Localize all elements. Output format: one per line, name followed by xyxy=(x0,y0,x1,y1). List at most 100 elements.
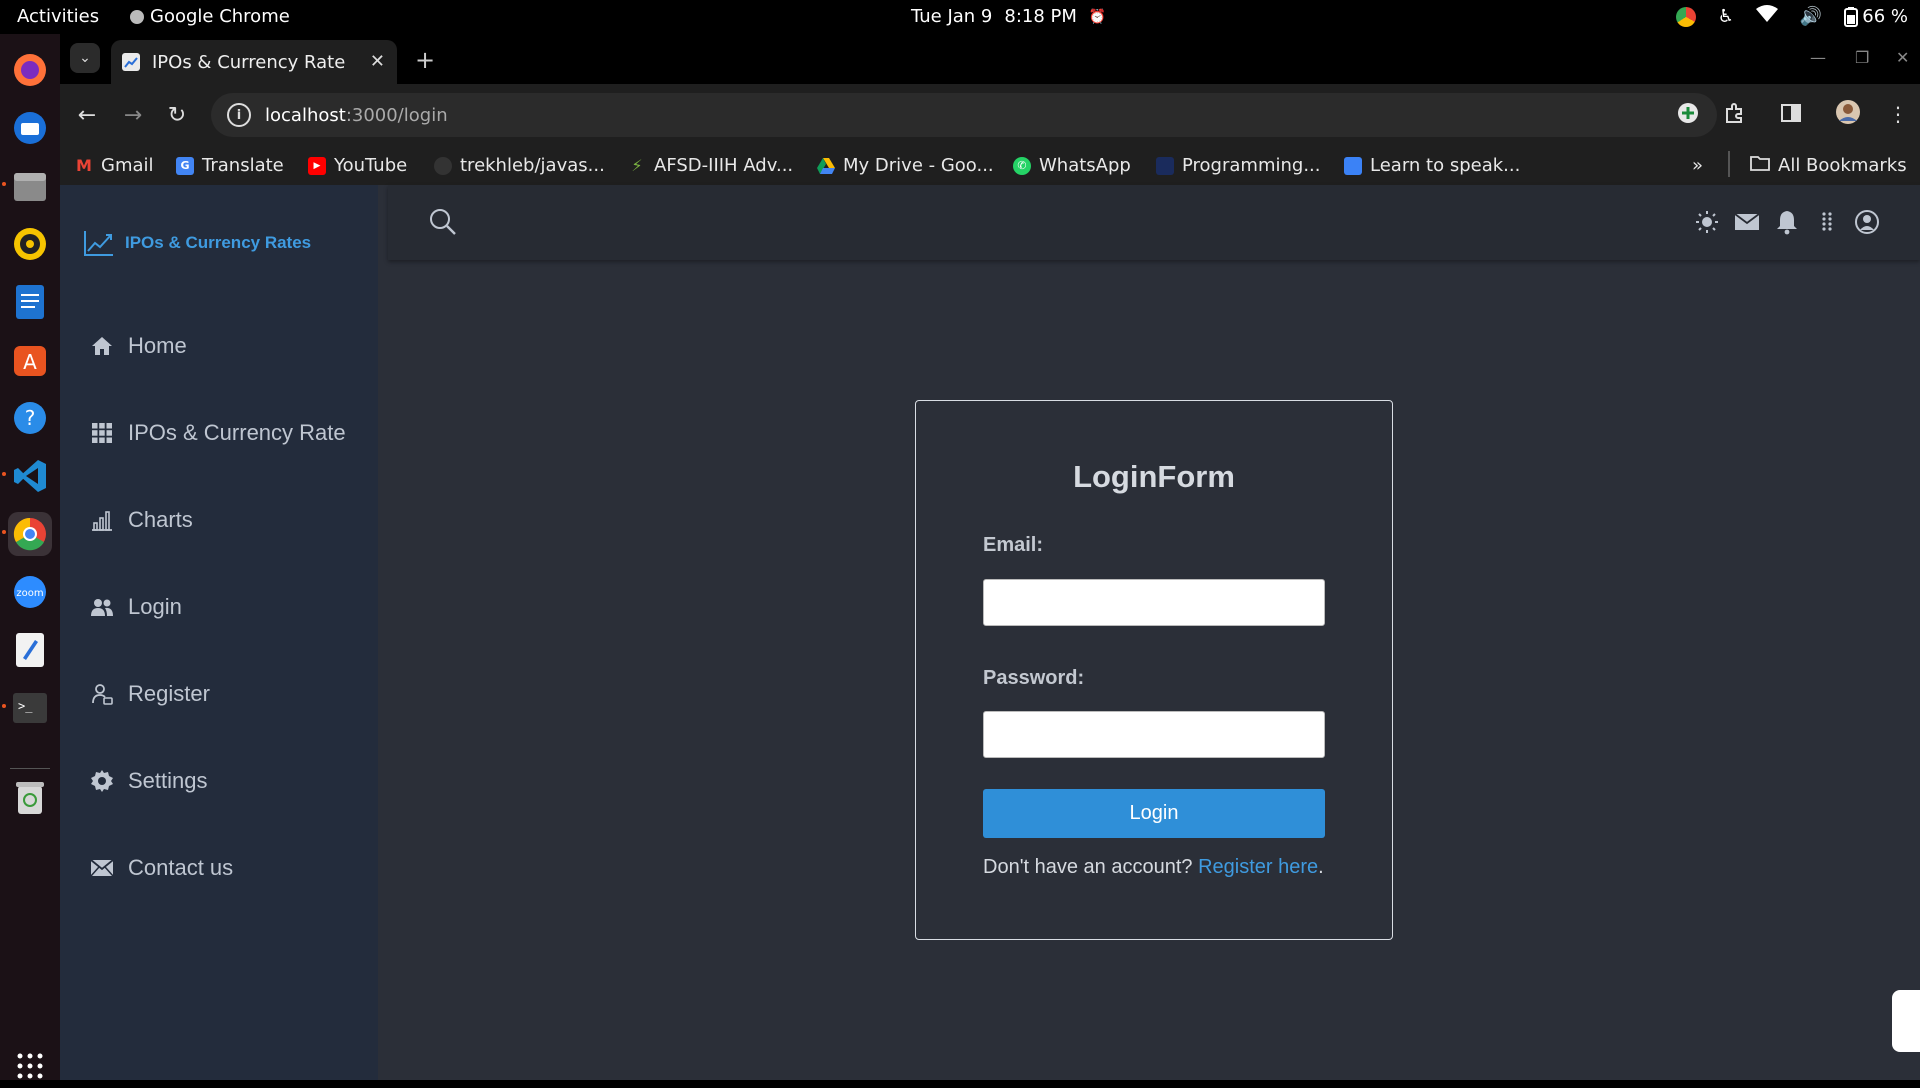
minimize-icon[interactable]: — xyxy=(1810,48,1826,67)
email-label: Email: xyxy=(983,534,1044,556)
chrome-small-icon xyxy=(130,9,144,24)
wifi-icon xyxy=(1755,5,1778,28)
chrome-indicator-icon xyxy=(1675,6,1696,27)
tab-close-icon[interactable]: ✕ xyxy=(370,51,385,72)
files-icon[interactable] xyxy=(8,164,52,208)
chrome-dock-icon[interactable] xyxy=(8,512,52,556)
all-bookmarks-label: All Bookmarks xyxy=(1778,155,1907,176)
bookmark-translate[interactable]: G Translate xyxy=(176,155,284,176)
forward-icon[interactable]: → xyxy=(120,102,146,128)
programming-icon xyxy=(1156,156,1174,175)
theme-toggle-icon[interactable] xyxy=(1694,209,1720,239)
battery-icon xyxy=(1844,6,1859,27)
bookmark-youtube[interactable]: ▶ YouTube xyxy=(308,155,407,176)
svg-text:zoom: zoom xyxy=(16,588,43,599)
brand-link[interactable]: IPOs & Currency Rates xyxy=(83,229,311,257)
sidebar-item-ipos[interactable]: IPOs & Currency Rate xyxy=(90,420,346,446)
whatsapp-icon: ✆ xyxy=(1013,156,1031,175)
clock-time: 8:18 PM xyxy=(1004,6,1077,27)
sidebar-item-settings[interactable]: Settings xyxy=(90,768,208,794)
sidebar-item-label: Home xyxy=(128,333,187,358)
restore-icon[interactable]: ❐ xyxy=(1855,48,1869,67)
tab-strip: ⌄ IPOs & Currency Rate ✕ + — ❐ ✕ xyxy=(60,34,1920,84)
app-menu[interactable]: Google Chrome xyxy=(130,6,290,27)
bookmark-learn[interactable]: Learn to speak... xyxy=(1344,155,1520,176)
sidebar-item-login[interactable]: Login xyxy=(90,594,182,620)
drive-icon xyxy=(817,157,835,175)
register-prompt: Don't have an account? Register here. xyxy=(983,856,1324,879)
sidebar-item-home[interactable]: Home xyxy=(90,333,187,359)
site-info-icon[interactable]: i xyxy=(227,103,251,127)
address-bar[interactable]: i localhost:3000/login ☆ xyxy=(211,93,1717,137)
trash-icon[interactable] xyxy=(8,776,52,820)
reload-icon[interactable]: ↻ xyxy=(164,102,190,128)
rhythmbox-icon[interactable] xyxy=(8,222,52,266)
youtube-icon: ▶ xyxy=(308,156,326,175)
tab-search-button[interactable]: ⌄ xyxy=(70,43,100,73)
terminal-icon[interactable]: >_ xyxy=(8,686,52,730)
thunderbird-icon[interactable] xyxy=(8,106,52,150)
status-area[interactable]: ♿ 🔊 66 % xyxy=(1675,5,1908,28)
profile-avatar[interactable] xyxy=(1835,99,1861,130)
bell-icon[interactable] xyxy=(1774,209,1800,239)
sidebar-item-contact[interactable]: Contact us xyxy=(90,855,233,881)
url-path: :3000/login xyxy=(345,104,448,126)
email-field[interactable] xyxy=(983,579,1325,626)
apps-dots-icon[interactable] xyxy=(1814,209,1840,239)
system-top-bar: Activities Google Chrome Tue Jan 9 8:18 … xyxy=(0,0,1920,34)
volume-icon: 🔊 xyxy=(1799,6,1823,27)
chrome-running-dot xyxy=(2,530,6,534)
clock-date: Tue Jan 9 xyxy=(911,6,993,27)
bookmark-label: trekhleb/javas... xyxy=(460,155,605,176)
users-icon xyxy=(91,599,113,616)
chevron-down-icon: ⌄ xyxy=(79,50,91,66)
text-editor-icon[interactable] xyxy=(8,628,52,672)
show-apps-icon[interactable] xyxy=(8,1044,52,1088)
search-icon[interactable] xyxy=(428,207,458,237)
clock[interactable]: Tue Jan 9 8:18 PM ⏰ xyxy=(911,6,1106,27)
firefox-icon[interactable] xyxy=(8,48,52,92)
new-tab-icon[interactable]: + xyxy=(415,46,435,74)
vscode-icon[interactable] xyxy=(8,454,52,498)
active-tab[interactable]: IPOs & Currency Rate ✕ xyxy=(111,40,397,84)
user-account-icon[interactable] xyxy=(1854,209,1880,239)
dock-separator xyxy=(10,768,50,769)
writer-icon[interactable] xyxy=(8,280,52,324)
side-panel-handle[interactable] xyxy=(1892,990,1920,1052)
bookmark-label: My Drive - Goo... xyxy=(843,155,994,176)
close-window-icon[interactable]: ✕ xyxy=(1896,48,1909,67)
activities-button[interactable]: Activities xyxy=(17,6,99,27)
side-panel-icon[interactable] xyxy=(1780,102,1802,129)
extension-plus-icon[interactable] xyxy=(1677,102,1699,129)
bookmark-drive[interactable]: My Drive - Goo... xyxy=(817,155,994,176)
sidebar-item-label: Settings xyxy=(128,768,208,793)
bookmarks-overflow-icon[interactable]: » xyxy=(1692,155,1703,176)
bookmark-label: Learn to speak... xyxy=(1370,155,1521,176)
navigation-bar: ← → ↻ i localhost:3000/login ☆ ⋮ xyxy=(60,84,1920,147)
alarm-icon: ⏰ xyxy=(1088,8,1107,25)
app-center-icon[interactable]: A xyxy=(8,338,52,382)
envelope-icon xyxy=(90,859,114,877)
login-button[interactable]: Login xyxy=(983,789,1325,838)
sidebar-item-label: Charts xyxy=(128,507,193,532)
chrome-menu-icon[interactable]: ⋮ xyxy=(1888,102,1908,126)
password-field[interactable] xyxy=(983,711,1325,758)
bookmark-github[interactable]: trekhleb/javas... xyxy=(434,155,605,176)
sidebar-item-label: Register xyxy=(128,681,210,706)
bookmark-programming[interactable]: Programming... xyxy=(1156,155,1320,176)
back-icon[interactable]: ← xyxy=(74,102,100,128)
bookmark-label: Programming... xyxy=(1182,155,1321,176)
bookmark-gmail[interactable]: M Gmail xyxy=(75,155,153,176)
sidebar-item-register[interactable]: Register xyxy=(90,681,210,707)
help-icon[interactable]: ? xyxy=(8,396,52,440)
sidebar-item-charts[interactable]: Charts xyxy=(90,507,193,533)
zoom-icon[interactable]: zoom xyxy=(8,570,52,614)
bookmark-afsd[interactable]: ⚡ AFSD-IIIH Adv... xyxy=(628,155,793,176)
run-icon: ⚡ xyxy=(631,156,643,175)
extensions-puzzle-icon[interactable] xyxy=(1724,102,1746,129)
bookmark-whatsapp[interactable]: ✆ WhatsApp xyxy=(1013,155,1131,176)
all-bookmarks-button[interactable]: All Bookmarks xyxy=(1750,155,1907,176)
register-link[interactable]: Register here xyxy=(1198,856,1318,878)
mail-icon[interactable] xyxy=(1734,209,1760,239)
sidebar-item-label: IPOs & Currency Rate xyxy=(128,420,346,445)
